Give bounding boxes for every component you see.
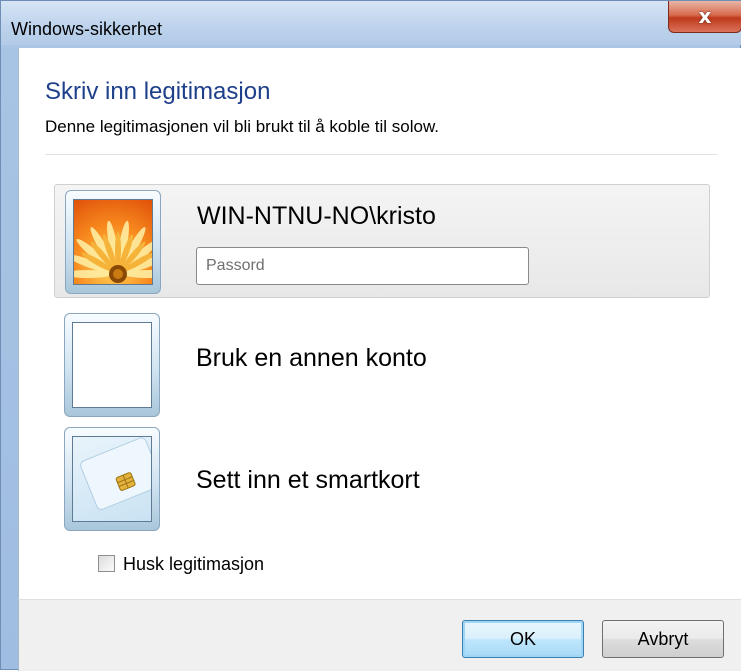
smartcard-icon: [72, 436, 152, 522]
account-tile-current-user[interactable]: WIN-NTNU-NO\kristo: [54, 184, 710, 298]
close-button[interactable]: x: [668, 1, 741, 33]
smartcard-label: Sett inn et smartkort: [196, 466, 420, 494]
dialog-content: Skriv inn legitimasjon Denne legitimasjo…: [18, 48, 741, 599]
title-bar[interactable]: Windows-sikkerhet x: [1, 1, 741, 45]
dialog-footer: OK Avbryt: [18, 599, 741, 671]
password-field[interactable]: [196, 247, 529, 285]
other-account-label: Bruk en annen konto: [196, 344, 427, 372]
close-icon: x: [698, 4, 712, 28]
remember-checkbox[interactable]: [98, 555, 115, 572]
remember-label: Husk legitimasjon: [123, 554, 265, 574]
user-picture-frame: [65, 190, 161, 294]
credential-dialog: Windows-sikkerhet x Skriv inn legitimasj…: [0, 0, 741, 671]
window-title: Windows-sikkerhet: [11, 19, 163, 39]
account-username: WIN-NTNU-NO\kristo: [197, 202, 436, 230]
user-flower-picture-icon: [73, 199, 153, 285]
dialog-subheading: Denne legitimasjonen vil bli brukt til å…: [45, 117, 440, 136]
account-tile-other[interactable]: Bruk en annen konto: [54, 308, 710, 422]
account-tile-smartcard[interactable]: Sett inn et smartkort: [54, 422, 710, 536]
header-divider: [45, 154, 717, 155]
blank-tile-frame: [64, 313, 160, 417]
cancel-button[interactable]: Avbryt: [602, 620, 724, 658]
blank-user-tile-icon: [72, 322, 152, 408]
ok-button[interactable]: OK: [462, 620, 584, 658]
smartcard-tile-frame: [64, 427, 160, 531]
dialog-heading: Skriv inn legitimasjon: [45, 78, 271, 105]
